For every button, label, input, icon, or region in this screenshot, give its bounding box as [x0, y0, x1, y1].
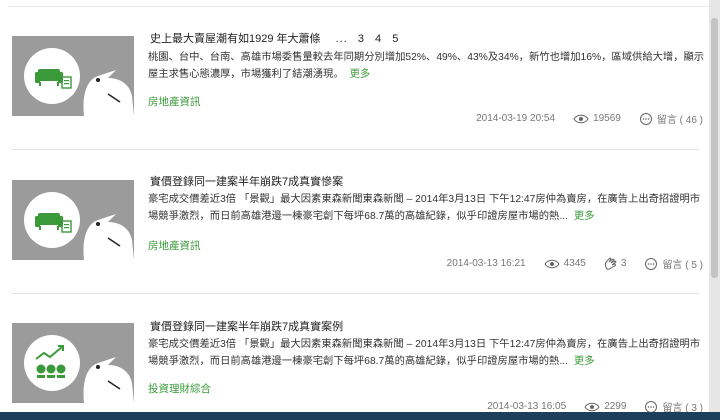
pagination-ellipsis: ...: [335, 33, 348, 45]
article-excerpt-text: 桃園、台中、台南、高雄市場委售量較去年同期分別增加52%、49%、43%及34%…: [148, 52, 705, 80]
page-link-5[interactable]: 5: [392, 33, 399, 45]
comment-count[interactable]: 留言 ( 46 ): [657, 111, 703, 126]
clap-hand-icon[interactable]: [604, 257, 617, 270]
article-category[interactable]: 投資理財綜合: [148, 381, 211, 396]
eye-icon: [544, 259, 560, 269]
article-excerpt-text: 豪宅成交價差近3倍 「景觀」最大因素東森新聞東森新聞 – 2014年3月13日 …: [148, 339, 701, 367]
article-category[interactable]: 房地產資訊: [148, 94, 201, 109]
view-count: 2299: [604, 401, 627, 412]
taskbar-strip: [0, 412, 720, 420]
article-thumbnail[interactable]: [12, 323, 134, 403]
comment-icon[interactable]: [644, 400, 658, 413]
post-date: 2014-03-19 20:54: [476, 113, 556, 124]
article-meta: 2014-03-19 20:54 19569 留言 ( 46 ): [476, 111, 703, 126]
post-date: 2014-03-13 16:21: [446, 258, 526, 269]
article-title[interactable]: 史上最大賣屋潮有如1929 年大蕭條 ... 3 4 5: [150, 30, 399, 46]
post-date: 2014-03-13 16:05: [487, 401, 567, 412]
article-list: 史上最大賣屋潮有如1929 年大蕭條 ... 3 4 5 桃園、台中、台南、高雄…: [0, 0, 709, 420]
article-thumbnail[interactable]: [12, 180, 134, 260]
more-link[interactable]: 更多: [350, 69, 371, 80]
more-link[interactable]: 更多: [574, 211, 595, 222]
article-title-text[interactable]: 史上最大賣屋潮有如1929 年大蕭條: [150, 33, 321, 45]
article-excerpt: 桃園、台中、台南、高雄市場委售量較去年同期分別增加52%、49%、43%及34%…: [148, 49, 710, 83]
title-pagination: ... 3 4 5: [330, 33, 400, 45]
article-item: 實價登錄同一建案半年崩跌7成真實案例 豪宅成交價差近3倍 「景觀」最大因素東森新…: [0, 294, 710, 414]
article-title[interactable]: 實價登錄同一建案半年崩跌7成真實案例: [150, 318, 343, 334]
article-thumbnail[interactable]: [12, 36, 134, 116]
article-category[interactable]: 房地產資訊: [148, 238, 201, 253]
like-count: 3: [620, 258, 627, 269]
view-count: 4345: [563, 258, 586, 269]
article-item: 史上最大賣屋潮有如1929 年大蕭條 ... 3 4 5 桃園、台中、台南、高雄…: [0, 0, 709, 150]
article-excerpt-text: 豪宅成交價差近3倍 「景觀」最大因素東森新聞東森新聞 – 2014年3月13日 …: [148, 194, 701, 222]
comment-icon[interactable]: [639, 112, 653, 125]
article-title[interactable]: 實價登錄同一建案半年崩跌7成真實慘案: [150, 173, 343, 189]
vertical-scrollbar[interactable]: [709, 0, 720, 420]
page-link-3[interactable]: 3: [358, 33, 365, 45]
article-item: 實價登錄同一建案半年崩跌7成真實慘案 豪宅成交價差近3倍 「景觀」最大因素東森新…: [0, 150, 709, 290]
comment-icon[interactable]: [644, 257, 658, 270]
article-excerpt: 豪宅成交價差近3倍 「景觀」最大因素東森新聞東森新聞 – 2014年3月13日 …: [148, 191, 710, 225]
eye-icon: [573, 114, 589, 124]
scrollbar-thumb[interactable]: [711, 18, 718, 278]
article-meta: 2014-03-13 16:21 4345 3 留言 ( 5 ): [447, 256, 703, 271]
article-excerpt: 豪宅成交價差近3倍 「景觀」最大因素東森新聞東森新聞 – 2014年3月13日 …: [148, 336, 710, 370]
comment-count[interactable]: 留言 ( 5 ): [662, 256, 703, 271]
page-link-4[interactable]: 4: [375, 33, 382, 45]
eye-icon: [584, 402, 600, 412]
view-count: 19569: [593, 113, 621, 124]
more-link[interactable]: 更多: [574, 356, 595, 367]
